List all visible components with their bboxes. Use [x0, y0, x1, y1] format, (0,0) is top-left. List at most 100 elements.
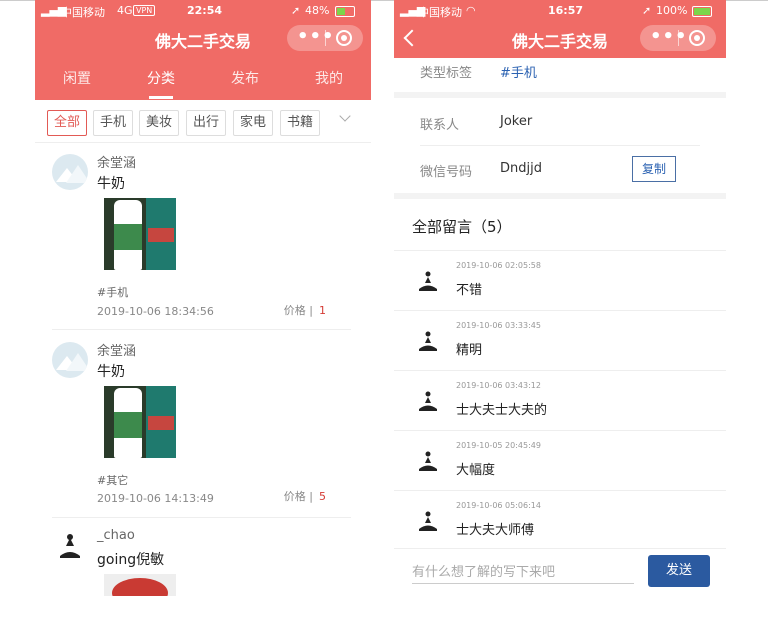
status-time: 16:57	[548, 4, 584, 17]
comment-text: 士大夫士大夫的	[456, 403, 548, 418]
carrier-label: 中国移动	[418, 6, 462, 19]
comments-title: 全部留言（5）	[412, 218, 512, 236]
divider	[420, 145, 700, 146]
post-tag: #手机	[97, 286, 129, 299]
contact-row: 联系人 Joker	[420, 114, 532, 133]
tag-label: 类型标签	[420, 66, 473, 81]
category-travel[interactable]: 出行	[186, 110, 227, 136]
post-username: _chao	[97, 528, 135, 543]
comment-item: 2019-10-05 20:45:49 大幅度	[394, 430, 726, 491]
battery-percent: 48%	[305, 4, 330, 17]
post-username: 余堂涵	[97, 344, 137, 359]
wechat-row: 微信号码 Dndjjd	[420, 161, 542, 180]
comment-time: 2019-10-06 02:05:58	[456, 261, 541, 270]
list-item[interactable]: 余堂涵 牛奶 #其它 2019-10-06 14:13:49 价格 | 5	[35, 330, 371, 518]
category-filter-bar: 全部 手机 美妆 出行 家电 书籍	[35, 100, 371, 143]
comment-text: 大幅度	[456, 463, 496, 478]
category-beauty[interactable]: 美妆	[139, 110, 180, 136]
comment-item: 2019-10-06 03:43:12 士大夫士大夫的	[394, 370, 726, 431]
price-label: 价格 |	[283, 304, 313, 317]
tab-category[interactable]: 分类	[119, 68, 203, 99]
post-image[interactable]	[104, 198, 176, 270]
more-icon[interactable]: •••	[650, 26, 688, 48]
comment-time: 2019-10-05 20:45:49	[456, 441, 541, 450]
battery-icon	[692, 6, 712, 17]
mini-program-capsule[interactable]: •••	[640, 25, 716, 51]
category-phone[interactable]: 手机	[93, 110, 134, 136]
wifi-icon: ◠	[466, 4, 476, 17]
vpn-badge: VPN	[133, 5, 156, 16]
comment-time: 2019-10-06 03:43:12	[456, 381, 541, 390]
price-label: 价格 |	[283, 490, 313, 503]
status-bar: ▂▄▆ 中国移动 ◠ 16:57 ➚ 100%	[394, 0, 726, 22]
contact-value: Joker	[500, 114, 533, 129]
post-price: 价格 | 1	[284, 302, 326, 318]
comment-item: 2019-10-06 05:06:14 士大夫大师傅	[394, 490, 726, 551]
avatar	[52, 342, 88, 378]
nav-bar: 佛大二手交易 •••	[394, 22, 726, 58]
avatar	[419, 511, 437, 531]
post-title: 牛奶	[97, 364, 125, 380]
carrier-label: 中国移动	[61, 6, 105, 19]
list-item[interactable]: _chao going倪敏	[35, 518, 371, 596]
comment-time: 2019-10-06 03:33:45	[456, 321, 541, 330]
post-price: 价格 | 5	[284, 488, 326, 504]
comment-input[interactable]	[412, 561, 634, 584]
list-item[interactable]: 余堂涵 牛奶 #手机 2019-10-06 18:34:56 价格 | 1	[35, 142, 371, 330]
main-tabs: 闲置 分类 发布 我的	[35, 58, 371, 100]
post-image[interactable]	[104, 574, 176, 596]
post-tag: #其它	[97, 474, 129, 487]
category-books[interactable]: 书籍	[280, 110, 321, 136]
left-phone-screen: ▂▄▆ 中国移动 4G VPN 22:54 ➚ 48% 佛大二手交易 ••• 闲…	[35, 0, 371, 596]
post-image[interactable]	[104, 386, 176, 458]
battery-icon	[335, 6, 355, 17]
capsule-divider	[678, 30, 679, 46]
right-phone-screen: ▂▄▆ 中国移动 ◠ 16:57 ➚ 100% 佛大二手交易 ••• 类型标签 …	[394, 0, 726, 596]
price-value: 1	[319, 304, 326, 317]
tab-publish[interactable]: 发布	[203, 68, 287, 88]
post-date: 2019-10-06 14:13:49	[97, 492, 214, 505]
location-icon: ➚	[291, 4, 301, 17]
tag-value[interactable]: #手机	[500, 62, 537, 81]
nav-bar: 佛大二手交易 •••	[35, 22, 371, 58]
chevron-down-icon[interactable]	[339, 110, 351, 122]
avatar	[419, 331, 437, 351]
battery-percent: 100%	[656, 4, 688, 17]
network-label: 4G	[117, 4, 133, 17]
contact-label: 联系人	[420, 118, 460, 133]
section-gap	[394, 92, 726, 98]
send-button[interactable]: 发送	[648, 555, 710, 587]
avatar	[419, 271, 437, 291]
capsule-divider	[325, 30, 326, 46]
comment-input-bar: 发送	[394, 548, 726, 596]
mini-program-capsule[interactable]: •••	[287, 25, 363, 51]
post-title: going倪敏	[97, 552, 165, 568]
close-target-icon[interactable]	[336, 30, 352, 46]
more-icon[interactable]: •••	[297, 26, 335, 48]
category-all[interactable]: 全部	[47, 110, 88, 136]
wechat-label: 微信号码	[420, 165, 473, 180]
avatar	[419, 451, 437, 471]
post-username: 余堂涵	[97, 156, 137, 171]
tag-row: 类型标签 #手机	[420, 62, 537, 81]
category-appliance[interactable]: 家电	[233, 110, 274, 136]
comment-text: 士大夫大师傅	[456, 523, 535, 538]
tab-idle[interactable]: 闲置	[35, 68, 119, 88]
comment-text: 精明	[456, 343, 483, 358]
post-date: 2019-10-06 18:34:56	[97, 305, 214, 318]
avatar	[419, 391, 437, 411]
wechat-value: Dndjjd	[500, 161, 542, 176]
comment-time: 2019-10-06 05:06:14	[456, 501, 541, 510]
avatar	[52, 530, 88, 566]
section-gap	[394, 193, 726, 199]
comment-text: 不错	[456, 283, 483, 298]
tab-mine[interactable]: 我的	[287, 68, 371, 88]
status-bar: ▂▄▆ 中国移动 4G VPN 22:54 ➚ 48%	[35, 0, 371, 22]
close-target-icon[interactable]	[689, 30, 705, 46]
comment-item: 2019-10-06 03:33:45 精明	[394, 310, 726, 371]
status-time: 22:54	[187, 4, 223, 17]
location-icon: ➚	[642, 4, 652, 17]
copy-button[interactable]: 复制	[632, 156, 676, 182]
avatar	[52, 154, 88, 190]
comment-item: 2019-10-06 02:05:58 不错	[394, 250, 726, 311]
